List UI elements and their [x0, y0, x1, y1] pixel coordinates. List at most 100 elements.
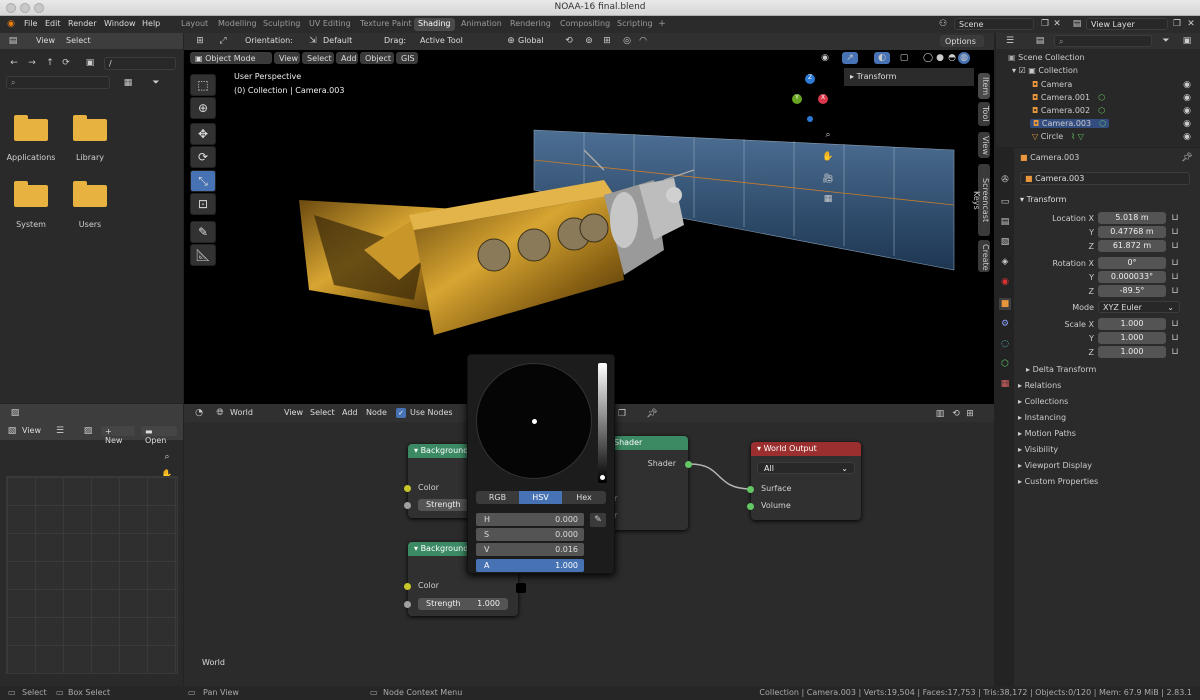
image-canvas[interactable] [6, 476, 178, 674]
node-header[interactable]: ▾ World Output [751, 442, 861, 456]
menu-file[interactable]: File [24, 19, 37, 28]
surface-socket[interactable] [747, 486, 754, 493]
value-field[interactable]: V 0.016 [476, 543, 584, 556]
visibility-eye-icon[interactable]: ◉ [1182, 106, 1192, 116]
delete-scene-icon[interactable]: ✕ [1052, 18, 1062, 30]
transform-orientation-dropdown[interactable]: Global [518, 36, 544, 45]
rgb-tab[interactable]: RGB [476, 491, 519, 504]
delta-transform-section[interactable]: ▸ Delta Transform [1026, 365, 1096, 374]
transform-tool[interactable]: ⊡ [190, 193, 216, 215]
sidetab-tool[interactable]: Tool [978, 102, 990, 126]
lock-icon[interactable]: ⊔ [1170, 347, 1180, 357]
sidetab-view[interactable]: View [978, 132, 990, 158]
view-layer-tab-icon[interactable]: ▧ [999, 236, 1011, 248]
editor-type-icon[interactable]: ⊞ [190, 35, 210, 47]
tab-modelling[interactable]: Modelling [214, 18, 261, 31]
world-tab-icon[interactable]: ◉ [999, 276, 1011, 288]
new-image-button[interactable]: + New [100, 425, 136, 445]
lock-icon[interactable]: ⊔ [1170, 241, 1180, 251]
cursor-tool[interactable]: ⊕ [190, 97, 216, 119]
hsv-tab[interactable]: HSV [519, 491, 562, 504]
menu-edit[interactable]: Edit [45, 19, 61, 28]
outliner-scene-collection[interactable]: ▣ Scene Collection [1008, 53, 1085, 62]
outliner-item[interactable]: ◘ Camera.002 ⬡ [1032, 106, 1105, 115]
y-axis-icon[interactable]: Y [792, 94, 802, 104]
3d-viewport[interactable]: User Perspective (0) Collection | Camera… [184, 50, 994, 404]
mode-dropdown[interactable]: ▣ Object Mode [190, 52, 272, 64]
folder-users[interactable] [73, 181, 107, 207]
open-image-button[interactable]: ▬ Open [140, 425, 178, 445]
lock-icon[interactable]: ⊔ [1170, 227, 1180, 237]
outliner-item[interactable]: ▽ Circle ⌇ ▽ [1032, 132, 1084, 141]
value-slider-handle[interactable] [600, 475, 605, 480]
editor-type-icon[interactable]: ◔ [190, 407, 208, 419]
camera-data-icon[interactable]: ⬡ [1098, 93, 1105, 102]
solid-shading-icon[interactable]: ● [934, 52, 946, 64]
output-tab-icon[interactable]: ▤ [999, 216, 1011, 228]
section-relations[interactable]: ▸ Relations [1018, 381, 1061, 390]
rotation-mode-dropdown[interactable]: XYZ Euler ⌄ [1098, 301, 1180, 313]
value-slider[interactable] [598, 363, 607, 483]
shader-output-socket[interactable] [685, 461, 692, 468]
viewport-object-menu[interactable]: Object [360, 52, 394, 64]
folder-applications[interactable] [14, 115, 48, 141]
filter-icon[interactable]: ⏷ [1158, 35, 1174, 47]
transform-panel-title[interactable]: ▸ Transform [850, 72, 896, 81]
color-socket[interactable] [404, 583, 411, 590]
sidetab-create[interactable]: Create [978, 240, 990, 272]
display-mode-icon[interactable]: ▤ [1032, 35, 1048, 47]
snap-target-icon[interactable]: ⊞ [964, 408, 976, 420]
orientation-dropdown[interactable]: Default [323, 36, 352, 45]
camera-view-icon[interactable]: 🎥︎ [820, 172, 836, 186]
camera-data-icon[interactable]: ⬡ [1098, 106, 1105, 115]
new-folder-icon[interactable]: ▣ [84, 57, 96, 69]
neg-z-axis-icon[interactable] [807, 116, 813, 122]
scene-name-field[interactable]: Scene [954, 18, 1034, 30]
new-collection-icon[interactable]: ▣ [1180, 35, 1194, 47]
transform-panel-title[interactable]: ▾ Transform [1020, 195, 1066, 204]
transform-pivot-icon[interactable]: ⤢ [216, 35, 230, 47]
object-data-tab-icon[interactable]: ⬡ [999, 358, 1011, 370]
object-name-field[interactable]: ■ Camera.003 [1020, 172, 1190, 185]
new-view-layer-icon[interactable]: ❐ [1172, 18, 1182, 30]
location-z-field[interactable]: 61.872 m [1098, 240, 1166, 252]
tab-layout[interactable]: Layout [177, 18, 212, 31]
node-select-menu[interactable]: Select [310, 408, 335, 417]
node-add-menu[interactable]: Add [342, 408, 358, 417]
tab-sculpting[interactable]: Sculpting [259, 18, 304, 31]
snap-node-icon[interactable]: ⟲ [950, 408, 962, 420]
new-scene-icon[interactable]: ❐ [1040, 18, 1050, 30]
refresh-icon[interactable]: ⟳ [60, 57, 72, 69]
outliner-item-selected[interactable]: ◘ Camera.003 ⬡ [1030, 119, 1110, 128]
annotate-tool[interactable]: ✎ [190, 221, 216, 243]
menu-render[interactable]: Render [68, 19, 96, 28]
falloff-icon[interactable]: ◠ [636, 35, 650, 47]
delete-view-layer-icon[interactable]: ✕ [1186, 18, 1196, 30]
tab-rendering[interactable]: Rendering [506, 18, 555, 31]
rotation-z-field[interactable]: -89.5° [1098, 285, 1166, 297]
rotation-y-field[interactable]: 0.000033° [1098, 271, 1166, 283]
hamburger-menu-icon[interactable]: ☰ [54, 425, 66, 436]
menu-window[interactable]: Window [104, 19, 136, 28]
section-custom-properties[interactable]: ▸ Custom Properties [1018, 477, 1098, 486]
drag-dropdown[interactable]: Active Tool [420, 36, 463, 45]
color-picker-popup[interactable]: RGB HSV Hex H 0.000 S 0.000 V 0.016 A 1.000 … [467, 354, 615, 574]
display-mode-icon[interactable]: ▦ [118, 76, 138, 89]
scale-x-field[interactable]: 1.000 [1098, 318, 1166, 330]
visibility-eye-icon[interactable]: ◉ [1182, 80, 1192, 90]
node-node-menu[interactable]: Node [366, 408, 387, 417]
menu-help[interactable]: Help [142, 19, 160, 28]
node-view-menu[interactable]: View [284, 408, 303, 417]
add-workspace-icon[interactable]: + [656, 18, 668, 30]
section-collections[interactable]: ▸ Collections [1018, 397, 1068, 406]
tool-tab-icon[interactable]: ✇ [999, 174, 1011, 186]
lock-icon[interactable]: ⊔ [1170, 333, 1180, 343]
mix-shader-node[interactable]: Shader Shader r r [604, 436, 692, 530]
object-tab-icon[interactable]: ■ [999, 298, 1011, 310]
view-layer-icon[interactable]: ▤ [1070, 18, 1084, 30]
pivot-point-icon[interactable]: ⟲ [562, 35, 576, 47]
parent-directory-icon[interactable]: ↑ [44, 57, 56, 69]
texture-tab-icon[interactable]: ▦ [999, 378, 1011, 390]
camera-data-icon[interactable]: ⬡ [1099, 119, 1106, 128]
section-instancing[interactable]: ▸ Instancing [1018, 413, 1066, 422]
